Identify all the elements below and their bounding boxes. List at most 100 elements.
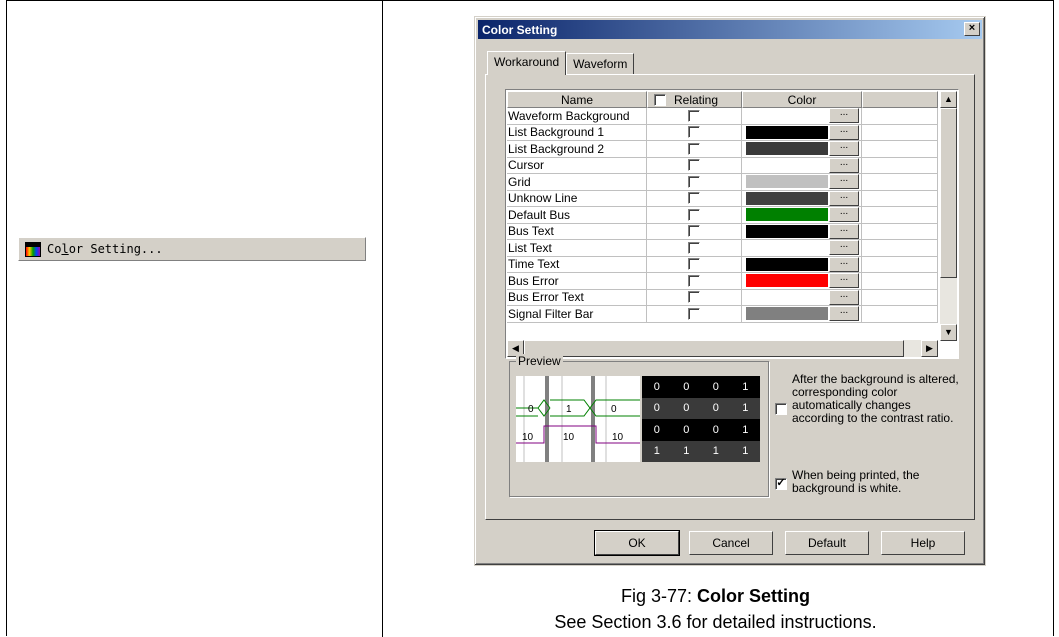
choose-color-button[interactable]: ... — [829, 257, 859, 272]
choose-color-button[interactable]: ... — [829, 224, 859, 239]
relating-checkbox[interactable] — [688, 109, 700, 122]
relating-checkbox[interactable] — [688, 241, 700, 254]
row-color: ... — [742, 157, 862, 174]
color-row[interactable]: Bus Error... — [507, 273, 938, 290]
color-row[interactable]: Time Text... — [507, 256, 938, 273]
row-relating — [647, 141, 742, 158]
row-relating — [647, 306, 742, 323]
preview-list-cell: 1 — [653, 445, 660, 458]
row-extra — [862, 256, 938, 273]
choose-color-button[interactable]: ... — [829, 240, 859, 256]
horizontal-scroll-thumb[interactable] — [524, 340, 904, 357]
relating-checkbox[interactable] — [688, 192, 700, 205]
scroll-right-icon[interactable]: ▶ — [921, 340, 938, 357]
color-row[interactable]: Default Bus... — [507, 207, 938, 224]
row-extra — [862, 207, 938, 224]
row-extra — [862, 289, 938, 306]
relating-checkbox[interactable] — [688, 274, 700, 287]
print-option[interactable]: ✓ When being printed, the background is … — [775, 469, 955, 495]
choose-color-button[interactable]: ... — [829, 290, 859, 305]
choose-color-button[interactable]: ... — [829, 191, 859, 206]
color-swatch — [746, 125, 828, 139]
row-name: Default Bus — [507, 207, 647, 224]
relating-checkbox[interactable] — [688, 258, 700, 271]
row-name: Unknow Line — [507, 190, 647, 207]
print-checkbox[interactable]: ✓ — [775, 478, 787, 490]
relating-checkbox[interactable] — [688, 142, 700, 155]
tab-waveform[interactable]: Waveform — [566, 53, 635, 75]
row-name: Bus Text — [507, 223, 647, 240]
choose-color-button[interactable]: ... — [829, 174, 859, 190]
row-color: ... — [742, 240, 862, 257]
wave-label: 0 — [528, 404, 534, 415]
caption-prefix: Fig 3-77: — [620, 586, 698, 606]
tab-workaround[interactable]: Workaround — [487, 51, 567, 75]
row-name: List Text — [507, 240, 647, 257]
column-header-name[interactable]: Name — [507, 91, 647, 108]
color-row[interactable]: Cursor... — [507, 157, 938, 174]
relating-checkbox[interactable] — [688, 175, 700, 188]
row-color: ... — [742, 190, 862, 207]
vertical-scrollbar[interactable]: ▲ ▼ — [940, 91, 957, 341]
color-list-header: Name Relating Color — [507, 91, 938, 108]
preview-list-row: 0 0 0 1 — [642, 397, 760, 419]
color-swatch — [746, 158, 828, 172]
preview-list-cell: 1 — [742, 445, 749, 458]
row-name: Cursor — [507, 157, 647, 174]
preview-label: Preview — [516, 354, 563, 368]
color-row[interactable]: Waveform Background... — [507, 108, 938, 125]
choose-color-button[interactable]: ... — [829, 273, 859, 289]
color-row[interactable]: List Background 1... — [507, 124, 938, 141]
scroll-up-icon[interactable]: ▲ — [940, 91, 957, 108]
scroll-down-icon[interactable]: ▼ — [940, 324, 957, 341]
choose-color-button[interactable]: ... — [829, 158, 859, 173]
relating-all-checkbox[interactable] — [654, 93, 666, 106]
row-color: ... — [742, 223, 862, 240]
row-color: ... — [742, 174, 862, 191]
row-name: Signal Filter Bar — [507, 306, 647, 323]
color-row[interactable]: List Text... — [507, 240, 938, 257]
row-extra — [862, 306, 938, 323]
color-swatch — [746, 290, 828, 304]
choose-color-button[interactable]: ... — [829, 108, 859, 124]
dialog-title-bar[interactable]: Color Setting × — [478, 20, 982, 39]
relating-checkbox[interactable] — [688, 225, 700, 238]
color-setting-menu-item[interactable]: Color Setting... — [18, 237, 366, 261]
color-list-body: Name Relating Color Waveform Background.… — [507, 91, 938, 341]
color-swatch — [746, 208, 828, 222]
relating-checkbox[interactable] — [688, 159, 700, 172]
cancel-button[interactable]: Cancel — [689, 531, 773, 555]
relating-checkbox[interactable] — [688, 307, 700, 320]
contrast-option[interactable]: After the background is altered, corresp… — [775, 373, 965, 425]
default-button[interactable]: Default — [785, 531, 869, 555]
relating-checkbox[interactable] — [688, 126, 700, 139]
choose-color-button[interactable]: ... — [829, 306, 859, 322]
color-row[interactable]: Bus Text... — [507, 223, 938, 240]
vertical-scroll-thumb[interactable] — [940, 108, 957, 278]
close-icon[interactable]: × — [964, 22, 980, 36]
choose-color-button[interactable]: ... — [829, 207, 859, 223]
caption-note: See Section 3.6 for detailed instruction… — [554, 612, 877, 632]
column-header-relating[interactable]: Relating — [647, 91, 742, 108]
preview-list-cell: 1 — [712, 445, 719, 458]
contrast-checkbox[interactable] — [775, 403, 787, 415]
color-row[interactable]: List Background 2... — [507, 141, 938, 158]
column-divider — [382, 0, 383, 637]
help-button[interactable]: Help — [881, 531, 965, 555]
row-relating — [647, 174, 742, 191]
print-option-label: When being printed, the background is wh… — [792, 468, 920, 495]
color-row[interactable]: Grid... — [507, 174, 938, 191]
relating-checkbox[interactable] — [688, 291, 700, 304]
horizontal-scrollbar[interactable]: ◀ ▶ — [507, 340, 938, 357]
color-row[interactable]: Bus Error Text... — [507, 289, 938, 306]
choose-color-button[interactable]: ... — [829, 125, 859, 140]
preview-list: 0 0 0 1 0 0 0 1 0 0 0 1 1 1 1 1 — [642, 376, 760, 462]
color-row[interactable]: Unknow Line... — [507, 190, 938, 207]
choose-color-button[interactable]: ... — [829, 141, 859, 157]
ok-button[interactable]: OK — [594, 530, 680, 556]
color-row[interactable]: Signal Filter Bar... — [507, 306, 938, 323]
column-header-color[interactable]: Color — [742, 91, 862, 108]
preview-list-cell: 1 — [742, 402, 749, 415]
relating-checkbox[interactable] — [688, 208, 700, 221]
preview-group: Preview 0 1 0 10 10 10 0001000100011111 — [509, 354, 769, 497]
